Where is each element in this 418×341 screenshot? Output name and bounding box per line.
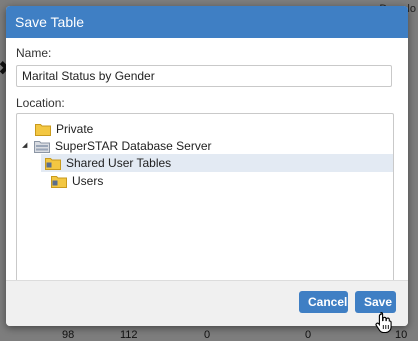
dialog-title: Save Table — [15, 14, 85, 30]
background-cell: 98 — [62, 329, 75, 341]
tree-item-label: Shared User Tables — [66, 156, 172, 170]
background-cell: 112 — [120, 329, 138, 341]
name-input[interactable] — [16, 65, 392, 87]
hand-cursor-icon — [375, 311, 393, 336]
background-cell: 0 — [204, 329, 211, 341]
location-label: Location: — [16, 96, 65, 110]
folder-icon — [35, 123, 51, 136]
tree-item-private[interactable]: Private — [35, 120, 93, 138]
background-table-row: 98 112 0 0 10 — [0, 326, 418, 341]
location-tree[interactable]: Private ◢ SuperSTAR Database Server Shar… — [16, 113, 394, 305]
expand-toggle-icon[interactable]: ◢ — [22, 137, 30, 155]
tree-item-label: Users — [72, 174, 104, 188]
shared-folder-icon — [45, 157, 61, 170]
background-cell: 10 — [395, 329, 408, 341]
dialog-titlebar[interactable]: Save Table — [6, 6, 408, 38]
tree-item-label: SuperSTAR Database Server — [55, 139, 212, 153]
save-button[interactable]: Save — [355, 291, 396, 313]
tree-item-label: Private — [56, 122, 94, 136]
tree-item-shared-user-tables[interactable]: Shared User Tables — [41, 154, 393, 172]
cancel-button[interactable]: Cancel — [299, 291, 348, 313]
server-folder-icon — [34, 140, 50, 153]
tree-item-users[interactable]: Users — [51, 172, 103, 190]
shared-folder-icon — [51, 175, 67, 188]
tree-item-superstar-server[interactable]: ◢ SuperSTAR Database Server — [22, 137, 212, 155]
save-table-dialog: Save Table Name: Location: Private ◢ — [6, 6, 408, 326]
background-cell: 0 — [305, 329, 312, 341]
name-label: Name: — [16, 46, 52, 60]
dialog-footer: Cancel Save — [6, 280, 408, 326]
